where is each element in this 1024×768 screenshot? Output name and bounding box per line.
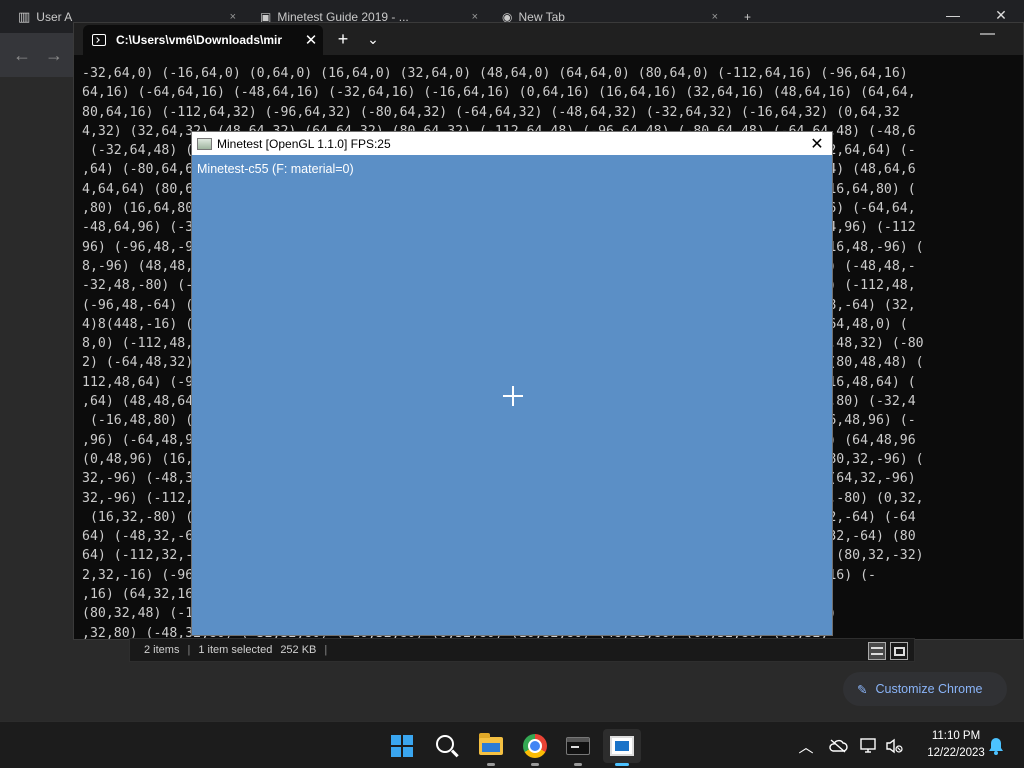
minetest-hud-text: Minetest-c55 (F: material=0) <box>197 162 354 176</box>
terminal-line: 64,16) (-64,64,16) (-48,64,16) (-32,64,1… <box>82 85 916 101</box>
explorer-status-bar: 2 items | 1 item selected 252 KB | <box>129 638 915 662</box>
crosshair-icon <box>503 386 523 406</box>
minetest-taskbar-button[interactable] <box>603 729 641 766</box>
item-count: 2 items <box>144 644 180 656</box>
minetest-icon <box>610 736 634 756</box>
running-indicator <box>487 763 495 766</box>
network-icon[interactable] <box>859 734 879 758</box>
minimize-button[interactable]: — <box>980 25 995 42</box>
back-button[interactable]: ← <box>8 41 36 69</box>
bell-icon <box>989 738 1003 755</box>
volume-icon[interactable] <box>884 734 904 758</box>
minetest-app-icon <box>197 137 212 150</box>
chrome-button[interactable] <box>516 729 554 766</box>
date-text: 12/22/2023 <box>927 747 985 759</box>
clock[interactable]: 11:10 PM 12/22/2023 <box>916 728 996 762</box>
taskbar: ︿ 11:10 PM 12/22/2023 <box>0 721 1024 768</box>
active-indicator <box>615 763 629 766</box>
cloud-sync-icon[interactable] <box>827 734 849 758</box>
terminal-tab[interactable]: C:\Users\vm6\Downloads\mir ✕ <box>83 25 323 55</box>
terminal-button[interactable] <box>559 729 597 766</box>
dropdown-button[interactable]: ⌄ <box>359 27 387 51</box>
building-icon: ▥ <box>18 9 31 24</box>
terminal-line: 80,64,16) (-112,64,32) (-96,64,32) (-80,… <box>82 104 900 120</box>
chrome-icon <box>523 734 547 758</box>
tiles-icon <box>893 646 905 656</box>
close-button[interactable]: ✕ <box>802 132 832 155</box>
cmd-icon <box>92 34 106 46</box>
start-button[interactable] <box>383 729 421 763</box>
tray-chevron-button[interactable]: ︿ <box>796 734 816 758</box>
chrome-tab-label: User A <box>36 10 73 24</box>
selection-count: 1 item selected <box>198 644 273 656</box>
search-button[interactable] <box>428 729 466 763</box>
running-indicator <box>531 763 539 766</box>
selection-size: 252 KB <box>280 644 317 656</box>
terminal-tab-title: C:\Users\vm6\Downloads\mir <box>116 33 283 47</box>
time-text: 11:10 PM <box>931 730 981 742</box>
terminal-tabbar: C:\Users\vm6\Downloads\mir ✕ + ⌄ — <box>74 23 1023 55</box>
terminal-icon <box>566 737 590 755</box>
tiles-view-button[interactable] <box>890 642 908 660</box>
pencil-icon: ✎ <box>857 682 868 697</box>
customize-chrome-button[interactable]: ✎ Customize Chrome <box>843 672 1007 706</box>
forward-button[interactable]: → <box>40 41 68 69</box>
minetest-titlebar[interactable]: Minetest [OpenGL 1.1.0] FPS:25 ✕ <box>192 132 832 155</box>
details-icon <box>871 647 883 655</box>
details-view-button[interactable] <box>868 642 886 660</box>
new-tab-button[interactable]: + <box>329 27 357 51</box>
separator: | <box>324 644 328 656</box>
notification-button[interactable] <box>986 734 1006 758</box>
running-indicator <box>574 763 582 766</box>
close-icon[interactable]: ✕ <box>299 31 323 49</box>
monitor-icon <box>860 738 876 753</box>
windows-logo-icon <box>391 735 413 757</box>
separator: | <box>187 644 191 656</box>
minetest-window[interactable]: Minetest [OpenGL 1.1.0] FPS:25 ✕ Minetes… <box>191 131 833 636</box>
minetest-window-title: Minetest [OpenGL 1.1.0] FPS:25 <box>217 136 391 151</box>
chevron-up-icon: ︿ <box>798 738 814 756</box>
file-explorer-button[interactable] <box>472 729 510 766</box>
terminal-line: -32,64,0) (-16,64,0) (0,64,0) (16,64,0) … <box>82 66 908 81</box>
folder-icon <box>479 733 503 755</box>
speaker-muted-icon <box>886 738 903 754</box>
cloud-off-icon <box>829 739 848 753</box>
customize-chrome-label: Customize Chrome <box>875 682 983 696</box>
search-icon <box>436 735 454 753</box>
